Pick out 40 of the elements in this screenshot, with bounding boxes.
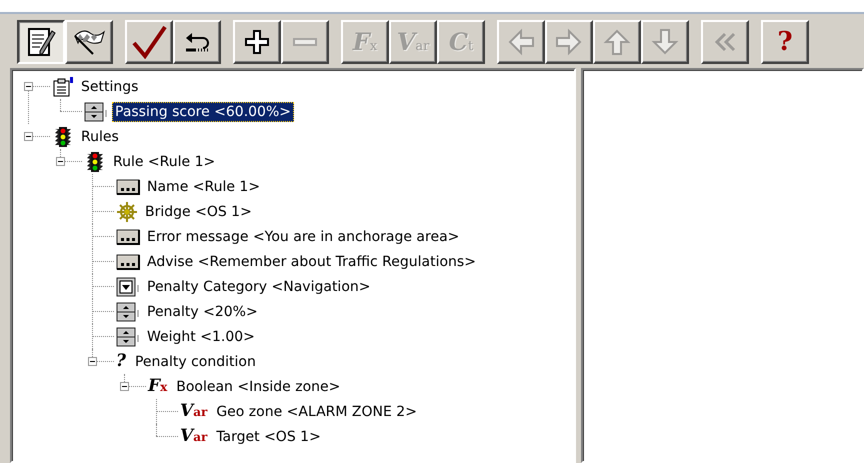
collapse-toggle[interactable]	[24, 132, 33, 141]
notepad-pencil-icon	[26, 26, 56, 58]
clipboard-icon	[52, 76, 74, 96]
tree-item[interactable]: Name <Rule 1>	[144, 176, 264, 196]
spinner-icon	[116, 326, 140, 348]
tree-item[interactable]: Weight <1.00>	[144, 326, 258, 346]
tree-item[interactable]: Target <OS 1>	[213, 426, 324, 446]
toolbar-button[interactable]	[17, 20, 65, 64]
tree-item[interactable]: Settings	[78, 76, 142, 96]
collapse-toggle[interactable]	[88, 357, 97, 366]
ellipsis-button-icon	[116, 228, 140, 246]
collapse-toggle[interactable]	[24, 82, 33, 91]
plus-icon	[244, 29, 270, 55]
ellipsis-button-icon	[116, 178, 140, 196]
tree-item[interactable]: Penalty Category <Navigation>	[144, 276, 374, 296]
checkered-flag-icon	[72, 28, 106, 56]
tree-item[interactable]: Penalty condition	[132, 352, 259, 372]
collapse-toggle[interactable]	[56, 157, 65, 166]
arrow-icon	[602, 27, 632, 57]
ellipsis-button-icon	[116, 252, 140, 270]
tree-item[interactable]: Passing score <60.00%>	[112, 102, 294, 122]
toolbar-button[interactable]: ?	[761, 20, 809, 64]
undo-icon	[183, 30, 211, 54]
arrow-icon	[506, 27, 536, 57]
tree-item[interactable]: Rule <Rule 1>	[110, 152, 218, 172]
checkmark-icon	[131, 25, 167, 59]
spinner-icon	[84, 100, 108, 122]
arrow-icon	[650, 27, 680, 57]
tree-item[interactable]: Boolean <Inside zone>	[173, 376, 344, 396]
tree-item[interactable]: Bridge <OS 1>	[142, 202, 255, 222]
rewind-icon	[712, 31, 738, 53]
tree-item[interactable]: Advise <Remember about Traffic Regulations>	[144, 252, 479, 272]
tree-item[interactable]: Rules	[78, 126, 122, 146]
arrow-icon	[554, 27, 584, 57]
tree-item[interactable]: Penalty <20%>	[144, 302, 261, 322]
tree-item[interactable]: Geo zone <ALARM ZONE 2>	[213, 402, 420, 422]
tree-item[interactable]: Error message <You are in anchorage area>	[144, 226, 462, 246]
dropdown-icon	[116, 276, 140, 298]
spinner-icon	[116, 300, 140, 322]
collapse-toggle[interactable]	[120, 382, 129, 391]
